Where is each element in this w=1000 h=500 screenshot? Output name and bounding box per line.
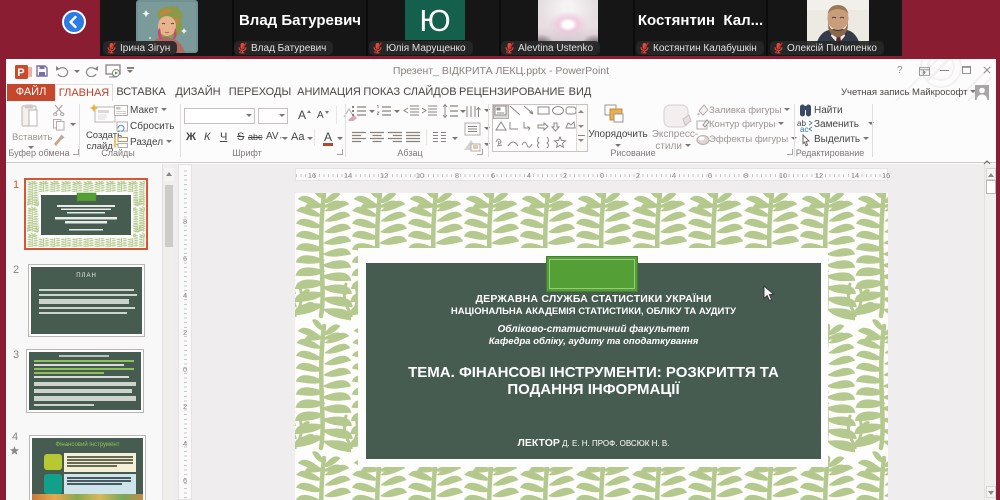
svg-text:P: P [17,67,24,79]
svg-text:ac: ac [800,125,808,132]
